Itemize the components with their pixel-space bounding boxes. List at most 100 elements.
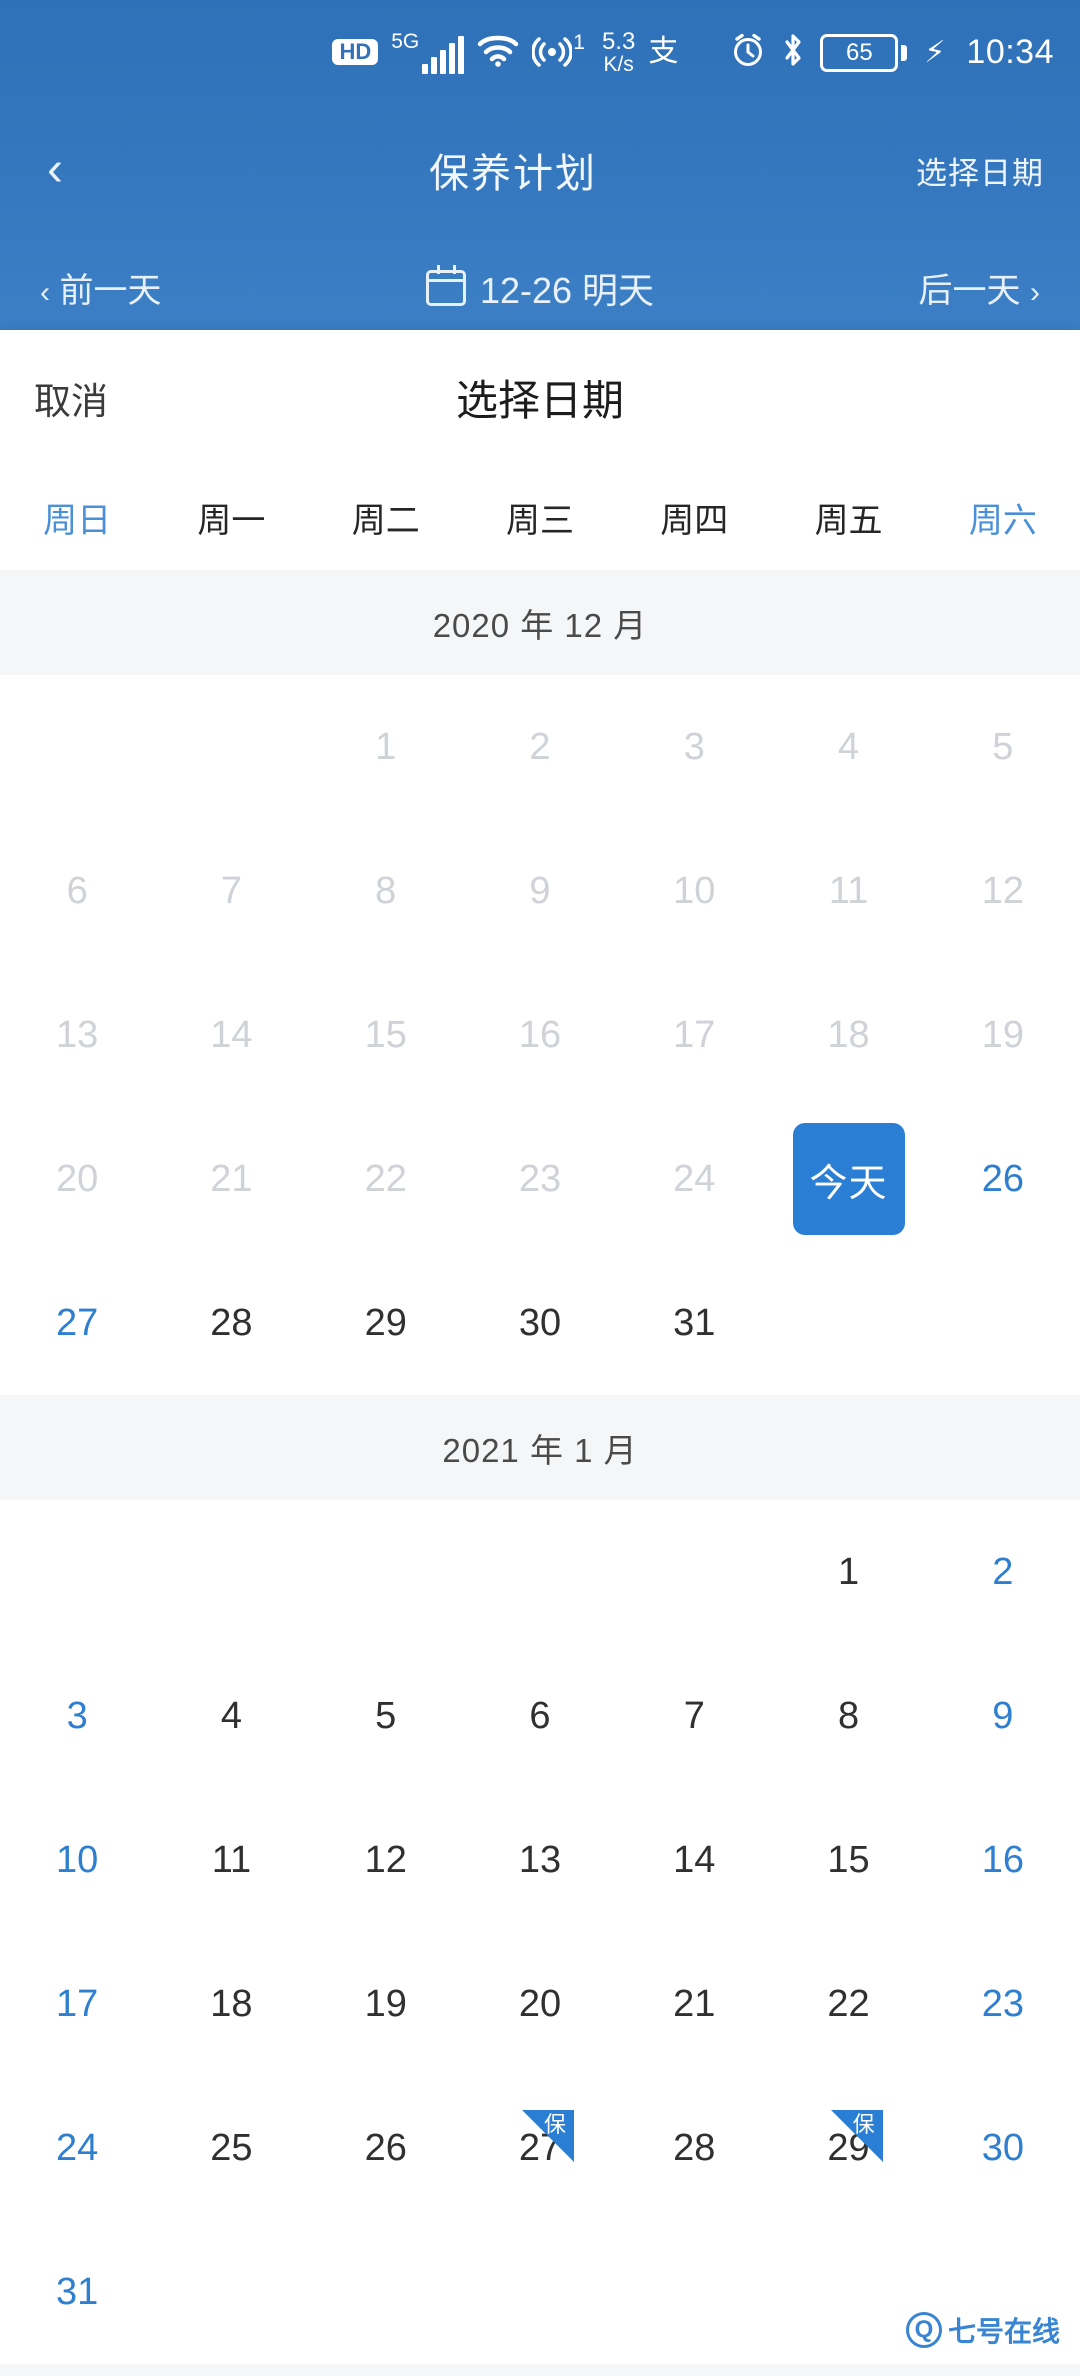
day-cell[interactable]: 3 — [0, 1644, 154, 1788]
day-cell[interactable]: 4 — [154, 1644, 308, 1788]
network-speed-unit: K/s — [603, 53, 634, 77]
day-cell-inner: 24 — [638, 1123, 750, 1235]
day-cell-inner: 19 — [330, 1948, 442, 2060]
phone-screen: HD 5G 1 5.3 K/s 支 65 ⚡ 10:34 ‹ 保养计划 选择日期… — [0, 0, 1080, 2376]
day-cell[interactable]: 8 — [771, 1644, 925, 1788]
status-bar: HD 5G 1 5.3 K/s 支 65 ⚡ 10:34 — [0, 0, 1080, 105]
day-cell[interactable]: 25 — [154, 2076, 308, 2220]
day-cell[interactable]: 9 — [926, 1644, 1080, 1788]
day-cell[interactable]: 27 保 — [463, 2076, 617, 2220]
day-cell-inner: 22 — [330, 1123, 442, 1235]
day-cell-inner: 14 — [638, 1804, 750, 1916]
day-cell[interactable]: 31 — [617, 1251, 771, 1395]
day-number: 29 — [364, 1301, 407, 1344]
back-chevron-icon[interactable]: ‹ — [0, 146, 110, 194]
day-cell-inner: 23 — [484, 1123, 596, 1235]
weekday-4: 周四 — [660, 502, 729, 540]
day-number: 18 — [210, 1982, 253, 2025]
weekday-6: 周六 — [968, 502, 1037, 540]
day-cell[interactable]: 31 — [0, 2220, 154, 2364]
prev-day-label: 前一天 — [59, 272, 162, 310]
day-cell-inner: 5 — [330, 1660, 442, 1772]
weekday-5: 周五 — [814, 502, 883, 540]
day-cell[interactable]: 26 — [309, 2076, 463, 2220]
alarm-icon — [730, 32, 766, 73]
day-cell[interactable]: 2 — [926, 1500, 1080, 1644]
maintenance-badge: 保 — [830, 2110, 883, 2162]
day-cell-inner: 18 — [793, 979, 905, 1091]
day-cell[interactable]: 10 — [0, 1788, 154, 1932]
day-cell[interactable]: 29 — [309, 1251, 463, 1395]
day-cell[interactable]: 13 — [463, 1788, 617, 1932]
maintenance-badge-label: 保 — [852, 2112, 875, 2137]
empty-cell — [617, 1500, 771, 1644]
empty-cell — [0, 1500, 154, 1644]
today-chip[interactable]: 今天 — [792, 1123, 905, 1235]
day-cell[interactable]: 15 — [771, 1788, 925, 1932]
prev-day-button[interactable]: ‹ 前一天 — [40, 263, 161, 312]
day-cell[interactable]: 21 — [617, 1932, 771, 2076]
day-cell: 8 — [309, 819, 463, 963]
day-number: 5 — [992, 725, 1014, 768]
empty-cell — [154, 1500, 308, 1644]
select-date-button[interactable]: 选择日期 — [916, 148, 1080, 193]
date-picker-sheet: 选择日期 取消 周日 周一 周二 周三 周四 周五 周六 2020 年 12 月123456… — [0, 330, 1080, 2376]
day-cell: 20 — [0, 1107, 154, 1251]
day-cell-inner: 29 — [330, 1267, 442, 1379]
day-cell[interactable]: 14 — [617, 1788, 771, 1932]
day-cell[interactable]: 17 — [0, 1932, 154, 2076]
day-cell[interactable]: 11 — [154, 1788, 308, 1932]
cancel-button[interactable]: 取消 — [34, 371, 108, 425]
month-grid: 1 2 3 4 5 6 7 8 9 10 11 12 13 14 15 16 17 18 19 20 21 22 23 24 2… — [0, 1500, 1080, 2364]
day-cell[interactable]: 5 — [309, 1644, 463, 1788]
day-cell-inner: 16 — [947, 1804, 1059, 1916]
status-right-icons: 65 ⚡ 10:34 — [730, 31, 1054, 74]
day-number: 3 — [66, 1694, 88, 1737]
day-cell[interactable]: 23 — [926, 1932, 1080, 2076]
network-speed-indicator: 5.3 K/s — [602, 29, 635, 76]
day-number: 15 — [827, 1838, 870, 1881]
day-cell[interactable]: 28 — [154, 1251, 308, 1395]
day-cell[interactable]: 27 — [0, 1251, 154, 1395]
day-cell[interactable]: 12 — [309, 1788, 463, 1932]
day-number: 7 — [683, 1694, 705, 1737]
day-number: 22 — [827, 1982, 870, 2025]
day-number: 18 — [827, 1013, 870, 1056]
bluetooth-icon — [781, 31, 805, 74]
day-number: 21 — [210, 1157, 253, 1200]
day-number: 14 — [673, 1838, 716, 1881]
day-cell[interactable]: 22 — [771, 1932, 925, 2076]
day-cell[interactable]: 26 — [926, 1107, 1080, 1251]
empty-cell — [0, 675, 154, 819]
day-cell[interactable]: 30 — [926, 2076, 1080, 2220]
day-number: 15 — [364, 1013, 407, 1056]
day-cell[interactable]: 28 — [617, 2076, 771, 2220]
hotspot-icon: 1 — [532, 31, 585, 70]
day-cell: 24 — [617, 1107, 771, 1251]
day-number: 26 — [364, 2126, 407, 2169]
day-number: 2 — [992, 1550, 1014, 1593]
day-number: 10 — [673, 869, 716, 912]
day-cell-inner: 10 — [638, 835, 750, 947]
day-cell[interactable]: 24 — [0, 2076, 154, 2220]
day-cell[interactable]: 20 — [463, 1932, 617, 2076]
day-number: 16 — [981, 1838, 1024, 1881]
maintenance-badge: 保 — [521, 2110, 574, 2162]
day-cell[interactable]: 今天 — [771, 1107, 925, 1251]
day-cell[interactable]: 6 — [463, 1644, 617, 1788]
day-cell[interactable]: 18 — [154, 1932, 308, 2076]
day-cell[interactable]: 19 — [309, 1932, 463, 2076]
day-cell[interactable]: 7 — [617, 1644, 771, 1788]
day-cell[interactable]: 1 — [771, 1500, 925, 1644]
page-title: 保养计划 — [429, 152, 597, 196]
day-cell[interactable]: 29 保 — [771, 2076, 925, 2220]
empty-cell — [154, 675, 308, 819]
current-date-display[interactable]: 12-26 明天 — [425, 262, 654, 314]
next-day-button[interactable]: 后一天 › — [919, 263, 1040, 312]
day-cell[interactable]: 16 — [926, 1788, 1080, 1932]
weekday-0: 周日 — [43, 502, 112, 540]
hotspot-count-label: 1 — [573, 31, 585, 55]
maintenance-badge-label: 保 — [543, 2112, 566, 2137]
day-cell-inner: 30 — [947, 2092, 1059, 2204]
day-cell[interactable]: 30 — [463, 1251, 617, 1395]
